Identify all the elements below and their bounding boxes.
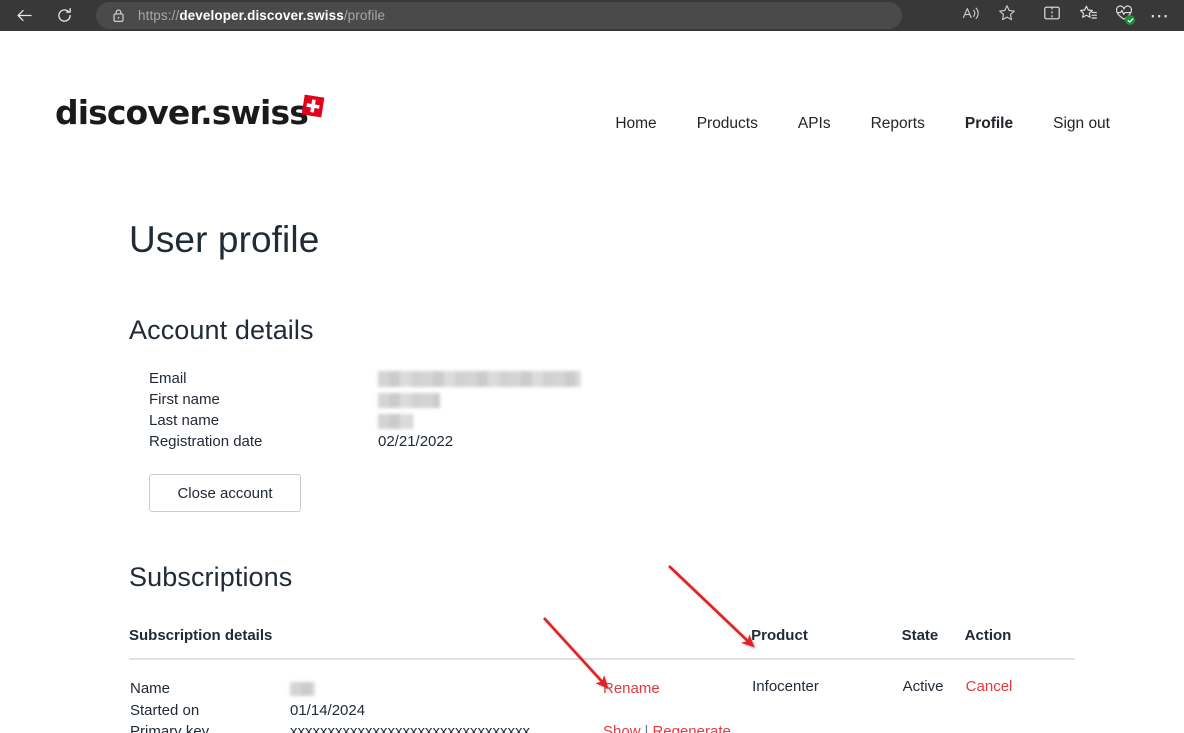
add-favorite-button[interactable] xyxy=(989,0,1025,31)
table-header-row: Subscription details Product State Actio… xyxy=(129,627,1075,660)
nav-item-home[interactable]: Home xyxy=(595,115,676,133)
subscription-action-cell: Cancel xyxy=(965,659,1075,733)
cancel-subscription-link[interactable]: Cancel xyxy=(966,678,1013,695)
nav-item-sign-out[interactable]: Sign out xyxy=(1033,115,1130,133)
subscriptions-heading: Subscriptions xyxy=(129,562,293,592)
subscription-value-started-on: 01/14/2024 xyxy=(290,701,366,719)
subscriptions-table-head: Subscription details Product State Actio… xyxy=(129,627,1075,660)
settings-more-icon: ⋯ xyxy=(1149,4,1171,27)
page-content: User profile Account details Email First… xyxy=(0,171,1176,733)
account-row-email: Email xyxy=(149,368,1176,389)
reload-icon xyxy=(56,7,73,24)
nav-item-apis[interactable]: APIs xyxy=(778,115,851,133)
redacted-first-name-value xyxy=(378,392,440,408)
url-path: /profile xyxy=(343,8,386,23)
account-value-registration-date: 02/21/2022 xyxy=(378,433,454,450)
subscription-name-links: Rename xyxy=(603,680,660,697)
redacted-email-value xyxy=(378,371,581,388)
main-navigation: Home Products APIs Reports Profile Sign … xyxy=(595,115,1130,133)
account-label-last-name: Last name xyxy=(149,412,220,429)
url-domain: developer.discover.swiss xyxy=(179,8,344,23)
reload-button[interactable] xyxy=(47,1,81,31)
subscription-label-primary-key: Primary key xyxy=(130,723,210,733)
favorite-star-icon xyxy=(998,4,1016,27)
subscription-label-started-on: Started on xyxy=(130,701,200,719)
browser-toolbar: https://developer.discover.swiss/profile xyxy=(0,0,1184,31)
subscription-row-started-on: Started on 01/14/2024 xyxy=(130,700,750,722)
column-header-product: Product xyxy=(751,627,902,660)
subscriptions-table-body: Name Rename Started on 01/14/2024 Primar… xyxy=(129,659,1075,733)
redacted-last-name-value xyxy=(378,413,413,429)
nav-item-products[interactable]: Products xyxy=(677,115,778,133)
table-row: Name Rename Started on 01/14/2024 Primar… xyxy=(129,659,1075,733)
column-header-state: State xyxy=(901,627,965,660)
split-screen-icon xyxy=(1043,4,1061,27)
subscription-value-primary-key: xxxxxxxxxxxxxxxxxxxxxxxxxxxxxxxx xyxy=(290,723,530,733)
account-details-list: Email First name Last name Registration … xyxy=(129,368,1176,452)
web-page: discover.swiss Home Products APIs Report… xyxy=(0,31,1176,733)
page-right-edge xyxy=(1176,31,1184,733)
primary-key-link-separator: | xyxy=(644,723,649,733)
account-row-last-name: Last name xyxy=(149,410,1176,431)
site-header: discover.swiss Home Products APIs Report… xyxy=(0,31,1176,171)
close-account-button[interactable]: Close account xyxy=(149,474,301,512)
subscription-state-cell: Active xyxy=(902,678,944,695)
redacted-subscription-name-value xyxy=(290,682,315,697)
url-prefix: https:// xyxy=(138,8,180,23)
back-arrow-icon xyxy=(16,7,33,24)
split-screen-button[interactable] xyxy=(1034,0,1070,31)
account-label-first-name: First name xyxy=(149,391,220,408)
page-title: User profile xyxy=(129,219,320,260)
read-aloud-icon xyxy=(962,5,981,27)
site-logo[interactable]: discover.swiss xyxy=(55,93,309,132)
account-row-first-name: First name xyxy=(149,389,1176,410)
url-text: https://developer.discover.swiss/profile xyxy=(138,8,385,23)
back-button[interactable] xyxy=(7,1,41,31)
subscriptions-table: Subscription details Product State Actio… xyxy=(129,627,1075,733)
account-value-last-name xyxy=(378,412,413,429)
column-header-subscription-details: Subscription details xyxy=(129,627,752,660)
favorites-list-button[interactable] xyxy=(1070,0,1106,31)
favorites-list-icon xyxy=(1079,4,1098,27)
account-label-registration-date: Registration date xyxy=(149,433,263,450)
account-row-registration-date: Registration date 02/21/2022 xyxy=(149,431,1176,452)
read-aloud-button[interactable] xyxy=(953,0,989,31)
column-header-action: Action xyxy=(964,627,1075,660)
nav-item-reports[interactable]: Reports xyxy=(851,115,945,133)
account-details-heading: Account details xyxy=(129,315,314,345)
essentials-status-badge xyxy=(1125,15,1135,25)
subscription-value-name xyxy=(290,680,603,697)
regenerate-primary-key-link[interactable]: Regenerate xyxy=(652,723,730,733)
account-value-first-name xyxy=(378,391,440,408)
account-value-email xyxy=(378,370,581,388)
subscription-primary-key-links: Show | Regenerate xyxy=(603,723,731,733)
account-label-email: Email xyxy=(149,370,187,387)
subscription-details-cell: Name Rename Started on 01/14/2024 Primar… xyxy=(129,659,751,733)
show-primary-key-link[interactable]: Show xyxy=(603,723,641,733)
browser-actions: ⋯ xyxy=(953,0,1178,31)
subscription-label-name: Name xyxy=(130,680,171,698)
nav-item-profile[interactable]: Profile xyxy=(945,115,1033,133)
lock-icon[interactable] xyxy=(104,8,132,23)
settings-more-button[interactable]: ⋯ xyxy=(1142,0,1178,31)
subscription-row-name: Name Rename xyxy=(130,678,750,700)
address-bar[interactable]: https://developer.discover.swiss/profile xyxy=(96,2,902,29)
rename-link[interactable]: Rename xyxy=(603,680,660,697)
subscription-row-primary-key: Primary key xxxxxxxxxxxxxxxxxxxxxxxxxxxx… xyxy=(130,721,750,733)
subscription-product-cell: Infocenter xyxy=(752,678,819,695)
browser-essentials-button[interactable] xyxy=(1106,0,1142,31)
swiss-cross-icon xyxy=(301,94,325,118)
